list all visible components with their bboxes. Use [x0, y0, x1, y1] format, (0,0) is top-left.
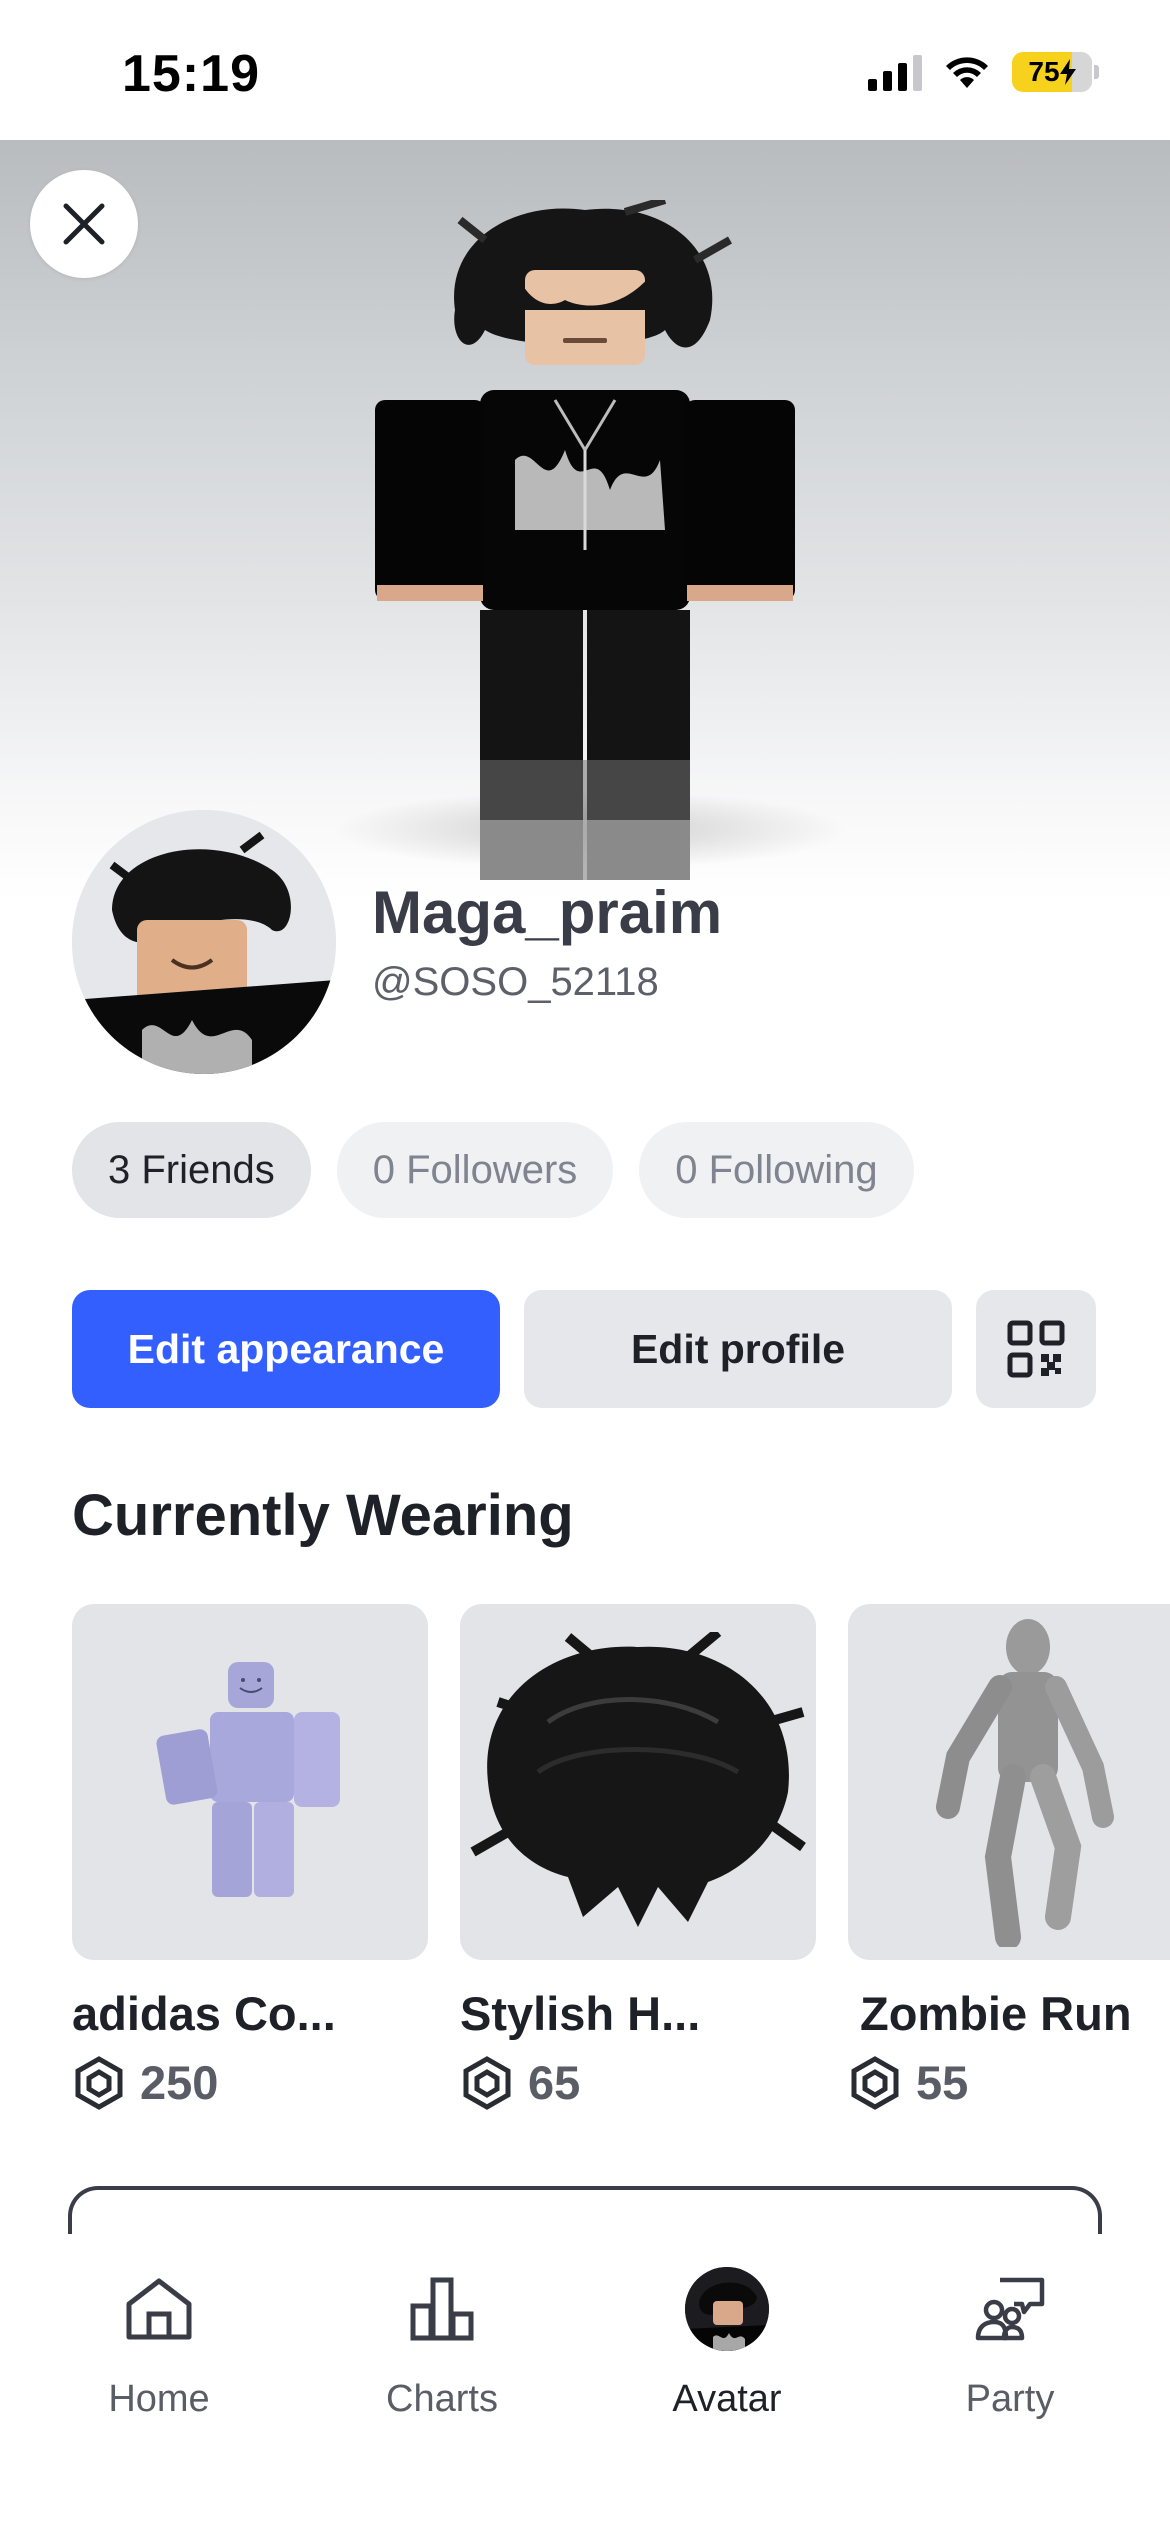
wearing-item-thumbnail [72, 1604, 428, 1960]
nav-item-home[interactable]: Home [49, 2264, 269, 2421]
nav-label-home: Home [108, 2378, 210, 2420]
currently-wearing-carousel[interactable]: adidas Co... 250 Stylish H... 65 Zombie … [72, 1604, 1170, 2124]
profile-actions: Edit appearance Edit profile [72, 1290, 1096, 1408]
battery-level: 75 [1028, 56, 1060, 87]
robux-icon [75, 2055, 123, 2110]
nav-label-party: Party [965, 2378, 1055, 2420]
username: @SOSO_52118 [372, 960, 659, 1004]
nav-label-avatar: Avatar [672, 2378, 782, 2420]
charging-bolt-icon [1059, 59, 1076, 85]
avatar-hero [0, 140, 1170, 900]
nav-item-party[interactable]: Party [900, 2264, 1120, 2421]
cellular-signal-icon [868, 53, 922, 91]
wearing-item-name: Stylish H... [460, 1987, 701, 2040]
status-bar: 15:19 75 [0, 0, 1170, 140]
stats-pills: 3 Friends 0 Followers 0 Following [72, 1122, 914, 1218]
nav-item-avatar[interactable]: Avatar [617, 2264, 837, 2421]
price-value: 55 [916, 2056, 969, 2109]
bottom-navigation: Home Charts Avatar Party [0, 2234, 1170, 2532]
wifi-icon [946, 57, 988, 88]
status-time: 15:19 [122, 45, 260, 103]
currently-wearing-title: Currently Wearing [72, 1483, 574, 1548]
wearing-item-thumbnail [848, 1604, 1170, 1960]
nav-item-charts[interactable]: Charts [332, 2264, 552, 2421]
qr-code-icon [1007, 1320, 1065, 1378]
profile-avatar-image [72, 810, 336, 1074]
wearing-item-name: adidas Co... [72, 1987, 336, 2040]
home-icon [126, 2278, 192, 2340]
qr-code-button[interactable] [976, 1290, 1096, 1408]
robux-icon [463, 2055, 511, 2110]
profile-avatar[interactable] [72, 810, 336, 1074]
close-button[interactable] [30, 170, 138, 278]
hair-accessory-icon [470, 1632, 806, 1927]
price-value: 65 [528, 2056, 581, 2109]
wearing-item-price: 65 [460, 2055, 816, 2110]
followers-pill[interactable]: 0 Followers [336, 1122, 614, 1218]
wearing-item-thumbnail [460, 1604, 816, 1960]
robux-icon [851, 2055, 899, 2110]
display-name: Maga_praim [372, 879, 723, 946]
price-value: 250 [140, 2056, 219, 2109]
avatar-3d-figure [375, 200, 795, 880]
animation-figure-icon [936, 1619, 1114, 1947]
nav-label-charts: Charts [386, 2378, 498, 2420]
close-icon [63, 203, 105, 245]
status-icons: 75 [868, 52, 1099, 92]
friends-pill[interactable]: 3 Friends [72, 1122, 311, 1218]
edit-appearance-button[interactable]: Edit appearance [72, 1290, 500, 1408]
bundle-figure-icon [156, 1662, 340, 1897]
wearing-item-card[interactable]: adidas Co... 250 [72, 1604, 428, 2110]
wearing-item-card[interactable]: Zombie Run 55 [848, 1604, 1170, 2110]
avatar-thumbnail-icon [685, 2267, 769, 2351]
wearing-item-name: Zombie Run [860, 1987, 1132, 2040]
wearing-item-price: 55 [848, 2055, 1170, 2110]
party-icon [975, 2277, 1045, 2341]
battery-indicator: 75 [1012, 52, 1099, 92]
edit-profile-button[interactable]: Edit profile [524, 1290, 952, 1408]
following-pill[interactable]: 0 Following [639, 1122, 914, 1218]
wearing-item-card[interactable]: Stylish H... 65 [460, 1604, 816, 2110]
wearing-item-price: 250 [72, 2055, 428, 2110]
charts-icon [410, 2277, 474, 2341]
